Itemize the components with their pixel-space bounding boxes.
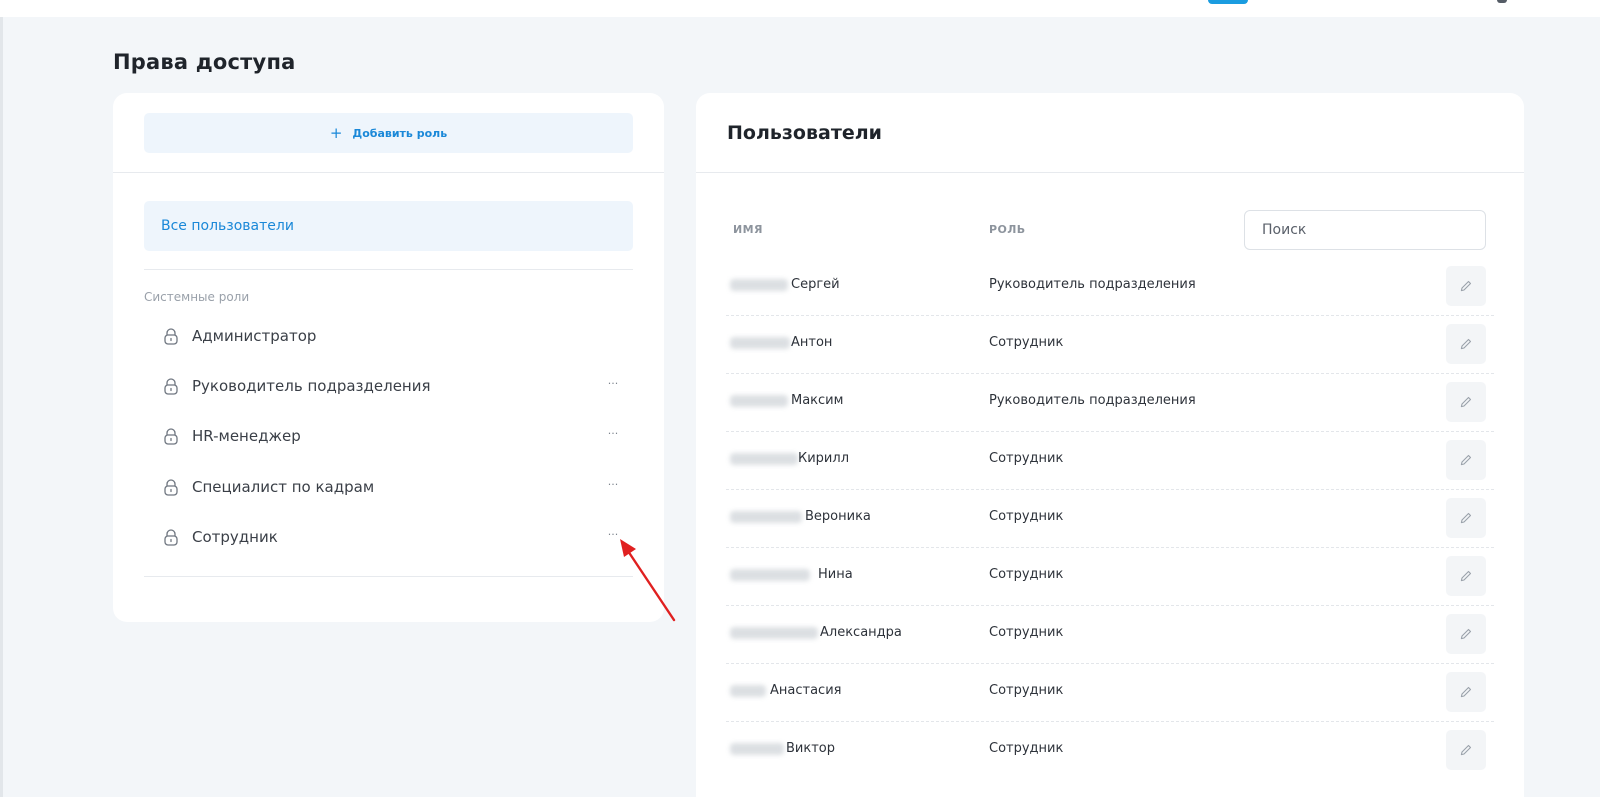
pencil-icon — [1460, 280, 1472, 292]
top-bar — [0, 0, 1600, 17]
edit-button[interactable] — [1446, 382, 1486, 422]
divider — [144, 269, 633, 270]
role-item-administrator[interactable]: Администратор — [144, 316, 633, 356]
lock-icon — [164, 479, 178, 496]
pencil-icon — [1460, 628, 1472, 640]
user-role: Сотрудник — [989, 567, 1064, 582]
edit-button[interactable] — [1446, 556, 1486, 596]
user-role: Руководитель подразделения — [989, 393, 1196, 408]
annotation-arrow-icon — [620, 539, 676, 622]
left-edge — [0, 17, 3, 797]
user-name: Вероника — [805, 509, 871, 524]
pencil-icon — [1460, 338, 1472, 350]
edit-button[interactable] — [1446, 498, 1486, 538]
blurred-surname — [730, 743, 784, 755]
table-row: Вероника Сотрудник — [726, 490, 1494, 548]
page-title: Права доступа — [113, 50, 296, 74]
divider — [696, 172, 1524, 173]
search-input[interactable] — [1244, 210, 1486, 250]
column-header-role[interactable]: РОЛЬ — [989, 223, 1026, 236]
edit-button[interactable] — [1446, 440, 1486, 480]
user-role: Сотрудник — [989, 625, 1064, 640]
role-item-hr-manager[interactable]: HR-менеджер ··· — [144, 416, 633, 456]
table-row: Антон Сотрудник — [726, 316, 1494, 374]
all-users-label: Все пользователи — [161, 218, 294, 234]
pencil-icon — [1460, 454, 1472, 466]
table-row: Кирилл Сотрудник — [726, 432, 1494, 490]
user-role: Сотрудник — [989, 451, 1064, 466]
user-role: Руководитель подразделения — [989, 277, 1196, 292]
table-row: Нина Сотрудник — [726, 548, 1494, 606]
user-name: Сергей — [791, 277, 840, 292]
user-name: Виктор — [786, 741, 835, 756]
role-name: HR-менеджер — [192, 427, 301, 445]
blurred-surname — [730, 511, 802, 523]
edit-button[interactable] — [1446, 266, 1486, 306]
edit-button[interactable] — [1446, 614, 1486, 654]
lock-icon — [164, 428, 178, 445]
user-name: Кирилл — [798, 451, 849, 466]
add-role-label: Добавить роль — [352, 126, 448, 140]
blurred-surname — [730, 337, 790, 349]
lock-icon — [164, 529, 178, 546]
edit-button[interactable] — [1446, 324, 1486, 364]
more-menu-button[interactable]: ··· — [602, 424, 624, 446]
pencil-icon — [1460, 570, 1472, 582]
blurred-surname — [730, 627, 818, 639]
more-menu-button[interactable]: ··· — [602, 475, 624, 497]
blurred-surname — [730, 279, 788, 291]
pencil-icon — [1460, 686, 1472, 698]
user-name: Александра — [820, 625, 902, 640]
edit-button[interactable] — [1446, 730, 1486, 770]
users-title: Пользователи — [727, 122, 882, 144]
more-menu-button[interactable]: ··· — [602, 374, 624, 396]
edit-button[interactable] — [1446, 672, 1486, 712]
user-name: Антон — [791, 335, 833, 350]
user-role: Сотрудник — [989, 335, 1064, 350]
role-item-employee[interactable]: Сотрудник ··· — [144, 517, 633, 557]
user-role: Сотрудник — [989, 509, 1064, 524]
role-name: Специалист по кадрам — [192, 478, 375, 496]
users-card: Пользователи ИМЯ РОЛЬ Сергей Руководител… — [696, 93, 1524, 797]
role-item-hr-specialist[interactable]: Специалист по кадрам ··· — [144, 467, 633, 507]
table-row: Сергей Руководитель подразделения — [726, 258, 1494, 316]
header-icon[interactable] — [1497, 0, 1507, 3]
user-role: Сотрудник — [989, 683, 1064, 698]
divider — [113, 172, 664, 173]
lock-icon — [164, 378, 178, 395]
table-row: Александра Сотрудник — [726, 606, 1494, 664]
user-name: Анастасия — [770, 683, 842, 698]
roles-card: + Добавить роль Все пользователи Системн… — [113, 93, 664, 622]
column-header-name[interactable]: ИМЯ — [733, 223, 763, 236]
table-row: Виктор Сотрудник — [726, 722, 1494, 780]
role-name: Руководитель подразделения — [192, 377, 431, 395]
role-name: Администратор — [192, 327, 317, 345]
all-users-item[interactable]: Все пользователи — [144, 201, 633, 251]
blurred-surname — [730, 685, 766, 697]
blurred-surname — [730, 395, 788, 407]
pencil-icon — [1460, 744, 1472, 756]
blurred-surname — [730, 569, 810, 581]
header-button[interactable] — [1208, 0, 1248, 4]
lock-icon — [164, 328, 178, 345]
table-row: Анастасия Сотрудник — [726, 664, 1494, 722]
role-item-department-head[interactable]: Руководитель подразделения ··· — [144, 366, 633, 406]
user-name: Нина — [818, 567, 853, 582]
add-role-button[interactable]: + Добавить роль — [144, 113, 633, 153]
role-name: Сотрудник — [192, 528, 278, 546]
user-role: Сотрудник — [989, 741, 1064, 756]
plus-icon: + — [329, 123, 343, 142]
pencil-icon — [1460, 512, 1472, 524]
section-label-system-roles: Системные роли — [144, 290, 250, 304]
user-name: Максим — [791, 393, 844, 408]
blurred-surname — [730, 453, 798, 465]
pencil-icon — [1460, 396, 1472, 408]
table-row: Максим Руководитель подразделения — [726, 374, 1494, 432]
divider — [144, 576, 633, 577]
